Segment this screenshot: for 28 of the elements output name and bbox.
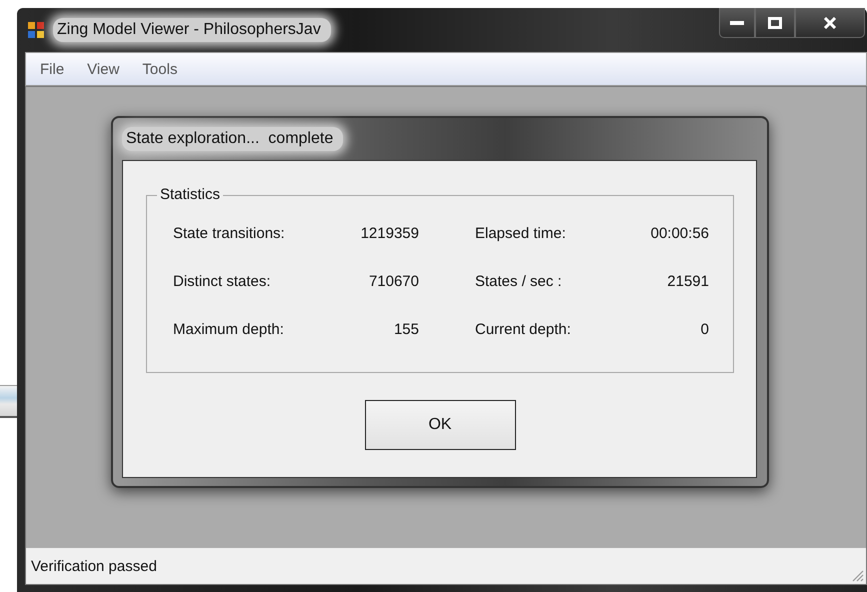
minimize-button[interactable] xyxy=(719,8,755,38)
resize-grip-icon xyxy=(852,570,864,582)
stat-value: 0 xyxy=(700,321,709,338)
dialog-title: State exploration... complete xyxy=(122,127,344,151)
stat-value: 00:00:56 xyxy=(650,225,709,242)
stat-label: Maximum depth: xyxy=(173,321,285,338)
menu-item[interactable]: File xyxy=(40,60,64,78)
stat-value: 710670 xyxy=(368,273,419,290)
stat-value: 1219359 xyxy=(360,225,419,242)
menu-item[interactable]: View xyxy=(87,60,120,78)
app-icon xyxy=(27,21,45,39)
window-title: Zing Model Viewer - PhilosophersJav xyxy=(53,18,331,42)
stat-label: Distinct states: xyxy=(173,273,272,290)
stat-value: 21591 xyxy=(666,273,709,290)
status-text: Verification passed xyxy=(31,558,157,574)
minimize-icon xyxy=(730,20,744,26)
ok-button[interactable]: OK xyxy=(364,400,516,450)
close-button[interactable] xyxy=(795,8,865,38)
stat-label: Elapsed time: xyxy=(475,225,567,242)
stat-label: States / sec : xyxy=(475,273,563,290)
stat-label: State transitions: xyxy=(173,225,286,242)
stat-value: 155 xyxy=(392,321,419,338)
menu-item[interactable]: Tools xyxy=(142,60,178,78)
background-window-edge xyxy=(0,385,17,418)
maximize-button[interactable] xyxy=(755,8,795,38)
close-icon xyxy=(823,16,837,28)
stat-label: Current depth: xyxy=(475,321,572,338)
maximize-icon xyxy=(768,16,782,28)
